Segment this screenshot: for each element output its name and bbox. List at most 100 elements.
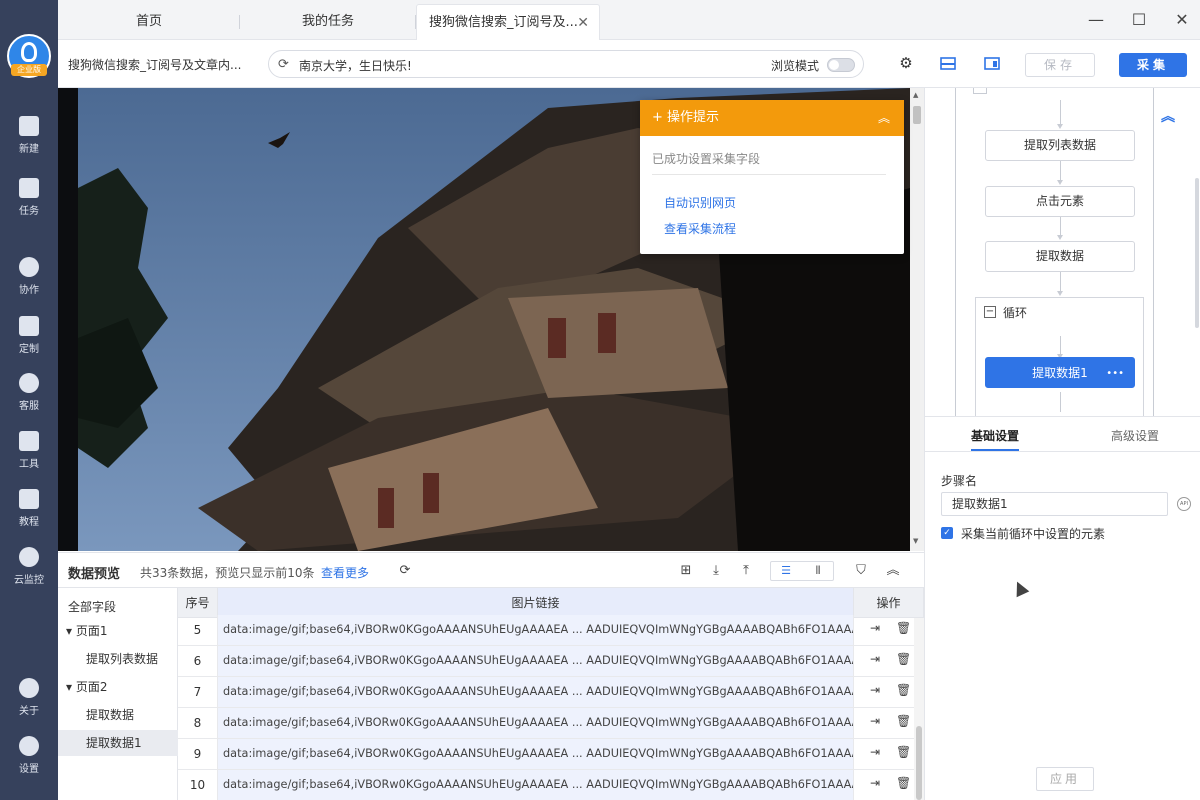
view-flow-link[interactable]: 查看采集流程: [664, 220, 736, 237]
collect-loop-element-label[interactable]: 采集当前循环中设置的元素: [961, 525, 1105, 542]
address-bar[interactable]: ⟳ 南京大学，生日快乐! 浏览模式: [268, 50, 864, 78]
trash-icon[interactable]: 🗑: [896, 683, 911, 697]
tab-advanced-settings[interactable]: 高级设置: [1111, 427, 1159, 444]
layout-bottom-icon[interactable]: [939, 54, 957, 72]
table-row[interactable]: 8 data:image/gif;base64,iVBORw0KGgoAAAAN…: [178, 708, 914, 739]
scroll-up-arrow-icon[interactable]: ▲: [913, 91, 918, 99]
sidebar-item-new[interactable]: 新建: [0, 116, 58, 168]
goto-icon[interactable]: ⇥: [870, 621, 880, 635]
scrollbar-thumb[interactable]: [913, 106, 921, 124]
scroll-down-arrow-icon[interactable]: ▼: [913, 537, 918, 545]
collapse-up-icon[interactable]: ︽: [1161, 106, 1175, 126]
sidebar-item-tasks[interactable]: 任务: [0, 178, 58, 230]
tab-current-task[interactable]: 搜狗微信搜索_订阅号及... ✕: [416, 4, 600, 40]
sidebar-item-collab[interactable]: 协作: [0, 257, 58, 309]
list-view-icon[interactable]: ☰: [771, 564, 801, 577]
flow-step-extract-data[interactable]: 提取数据: [985, 241, 1135, 272]
sidebar-item-custom[interactable]: 定制: [0, 316, 58, 368]
sidebar-item-tools[interactable]: 工具: [0, 431, 58, 483]
goto-icon[interactable]: ⇥: [870, 745, 880, 759]
tab-home[interactable]: 首页: [58, 4, 240, 40]
api-icon[interactable]: API: [1177, 497, 1191, 511]
row-image-url[interactable]: data:image/gif;base64,iVBORw0KGgoAAAANSU…: [218, 646, 854, 676]
table-row[interactable]: 6 data:image/gif;base64,iVBORw0KGgoAAAAN…: [178, 646, 914, 677]
collect-button[interactable]: 采集: [1119, 53, 1187, 77]
workflow-canvas[interactable]: 提取列表数据 点击元素 提取数据 − 循环 提取数据1 ••• ︽: [925, 88, 1200, 416]
tab-my-tasks[interactable]: 我的任务: [240, 4, 416, 40]
collapse-minus-icon[interactable]: −: [984, 306, 996, 318]
gear-icon[interactable]: ⚙: [897, 54, 915, 72]
heart-check-icon: [19, 316, 39, 336]
trash-icon[interactable]: 🗑: [896, 776, 911, 790]
trash-icon[interactable]: 🗑: [896, 621, 911, 635]
minimize-button[interactable]: —: [1082, 6, 1110, 34]
tips-header[interactable]: + 操作提示 ︽: [640, 100, 904, 136]
flow-scrollbar[interactable]: [1195, 178, 1199, 328]
download-icon[interactable]: ⤓: [707, 562, 725, 580]
view-more-link[interactable]: 查看更多: [321, 564, 369, 581]
step-name-input[interactable]: 提取数据1: [941, 492, 1168, 516]
upload-icon[interactable]: ⤒: [737, 562, 755, 580]
filter-icon[interactable]: ⛉: [852, 562, 870, 580]
table-row[interactable]: 7 data:image/gif;base64,iVBORw0KGgoAAAAN…: [178, 677, 914, 708]
close-window-button[interactable]: ✕: [1168, 6, 1196, 34]
row-image-url[interactable]: data:image/gif;base64,iVBORw0KGgoAAAANSU…: [218, 708, 854, 738]
refresh-icon[interactable]: ⟳: [278, 57, 289, 72]
row-image-url[interactable]: data:image/gif;base64,iVBORw0KGgoAAAANSU…: [218, 677, 854, 707]
collapse-up-icon[interactable]: ︽: [884, 562, 902, 580]
goto-icon[interactable]: ⇥: [870, 683, 880, 697]
flow-arrow-icon: [1057, 180, 1063, 185]
tree-item-extract-data1[interactable]: 提取数据1: [58, 730, 178, 756]
apply-button[interactable]: 应用: [1036, 767, 1094, 791]
collapse-up-icon[interactable]: ︽: [878, 100, 890, 136]
tree-group-page1[interactable]: ▾ 页面1: [58, 618, 178, 644]
table-row[interactable]: 5 data:image/gif;base64,iVBORw0KGgoAAAAN…: [178, 615, 914, 646]
tab-basic-settings[interactable]: 基础设置: [971, 427, 1019, 444]
add-field-icon[interactable]: ⊞: [677, 562, 695, 580]
address-text[interactable]: 南京大学，生日快乐!: [299, 57, 412, 74]
trash-icon[interactable]: 🗑: [896, 745, 911, 759]
sidebar-item-about[interactable]: 关于: [0, 678, 58, 730]
trash-icon[interactable]: 🗑: [896, 652, 911, 666]
more-options-icon[interactable]: •••: [1106, 358, 1124, 389]
sidebar-item-label: 工具: [19, 459, 39, 470]
sidebar-item-support[interactable]: 客服: [0, 373, 58, 425]
sidebar-item-tutorial[interactable]: 教程: [0, 489, 58, 541]
app-logo[interactable]: 企业版: [7, 34, 51, 78]
column-view-icon[interactable]: ⦀: [803, 564, 833, 578]
page-scrollbar[interactable]: ▲ ▼: [910, 88, 924, 551]
trash-icon[interactable]: 🗑: [896, 714, 911, 728]
goto-icon[interactable]: ⇥: [870, 714, 880, 728]
flow-step-extract-data1[interactable]: 提取数据1 •••: [985, 357, 1135, 388]
row-image-url[interactable]: data:image/gif;base64,iVBORw0KGgoAAAANSU…: [218, 770, 854, 800]
scrollbar-thumb[interactable]: [916, 726, 922, 800]
flow-step-click-element[interactable]: 点击元素: [985, 186, 1135, 217]
goto-icon[interactable]: ⇥: [870, 652, 880, 666]
save-button[interactable]: 保存: [1025, 53, 1095, 77]
col-header-ops: 操作: [854, 588, 924, 618]
table-row[interactable]: 10 data:image/gif;base64,iVBORw0KGgoAAAA…: [178, 770, 914, 800]
sidebar-item-settings[interactable]: 设置: [0, 736, 58, 788]
tree-item-all-fields[interactable]: 全部字段: [58, 594, 178, 620]
col-header-image-url[interactable]: 图片链接: [218, 588, 854, 618]
browse-mode-toggle[interactable]: [827, 58, 855, 72]
goto-icon[interactable]: ⇥: [870, 776, 880, 790]
refresh-icon[interactable]: ⟳: [396, 562, 414, 580]
layout-side-icon[interactable]: [983, 54, 1001, 72]
table-row[interactable]: 9 data:image/gif;base64,iVBORw0KGgoAAAAN…: [178, 739, 914, 770]
row-number: 9: [178, 739, 218, 769]
tree-item-extract-data[interactable]: 提取数据: [58, 702, 178, 728]
tab-current-task-label: 搜狗微信搜索_订阅号及...: [429, 15, 578, 30]
tree-group-page2[interactable]: ▾ 页面2: [58, 674, 178, 700]
maximize-button[interactable]: ☐: [1125, 6, 1153, 34]
flow-step-extract-list[interactable]: 提取列表数据: [985, 130, 1135, 161]
sidebar-item-cloud-monitor[interactable]: 云监控: [0, 547, 58, 599]
close-icon[interactable]: ✕: [577, 5, 589, 41]
collect-loop-element-checkbox[interactable]: ✓: [941, 527, 953, 539]
row-image-url[interactable]: data:image/gif;base64,iVBORw0KGgoAAAANSU…: [218, 739, 854, 769]
auto-detect-link[interactable]: 自动识别网页: [664, 194, 736, 211]
page-title: 搜狗微信搜索_订阅号及文章内...: [68, 58, 242, 72]
tree-item-extract-list[interactable]: 提取列表数据: [58, 646, 178, 672]
row-image-url[interactable]: data:image/gif;base64,iVBORw0KGgoAAAANSU…: [218, 615, 854, 645]
table-scrollbar[interactable]: [914, 618, 924, 800]
